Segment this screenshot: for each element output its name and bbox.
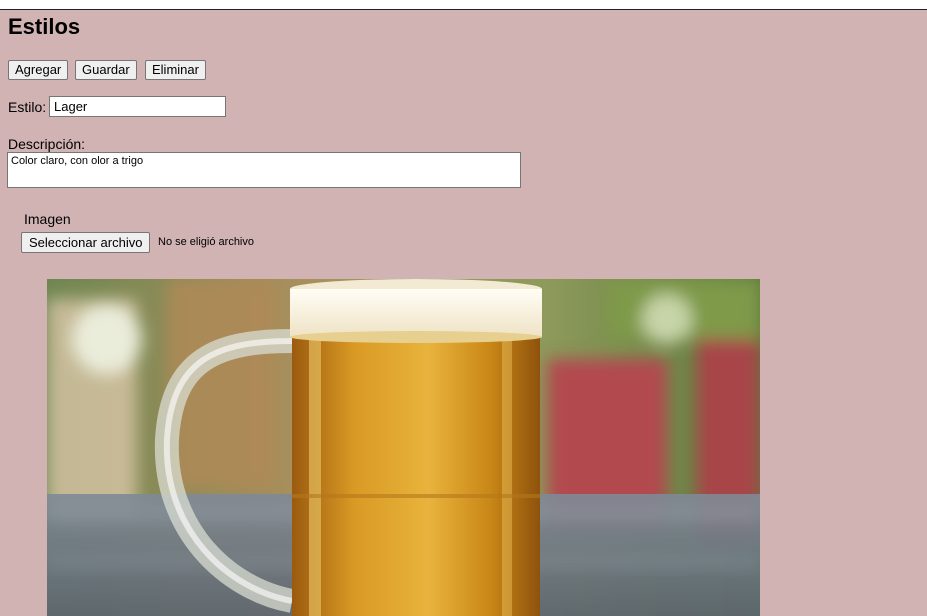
beer-mug-illustration [47,279,760,616]
save-button[interactable]: Guardar [75,60,137,80]
description-label: Descripción: [8,136,86,152]
style-label: Estilo: [8,99,47,115]
page-title: Estilos [8,14,81,39]
delete-button[interactable]: Eliminar [145,60,206,80]
style-input[interactable] [49,96,226,117]
select-file-button[interactable]: Seleccionar archivo [21,232,151,253]
page: Estilos Agregar Guardar Eliminar Estilo:… [0,10,927,616]
add-button[interactable]: Agregar [8,60,69,80]
image-label: Imagen [24,211,71,227]
file-status: No se eligió archivo [158,236,254,248]
beer-mug-image [47,279,760,616]
description-textarea[interactable]: Color claro, con olor a trigo [7,152,521,188]
